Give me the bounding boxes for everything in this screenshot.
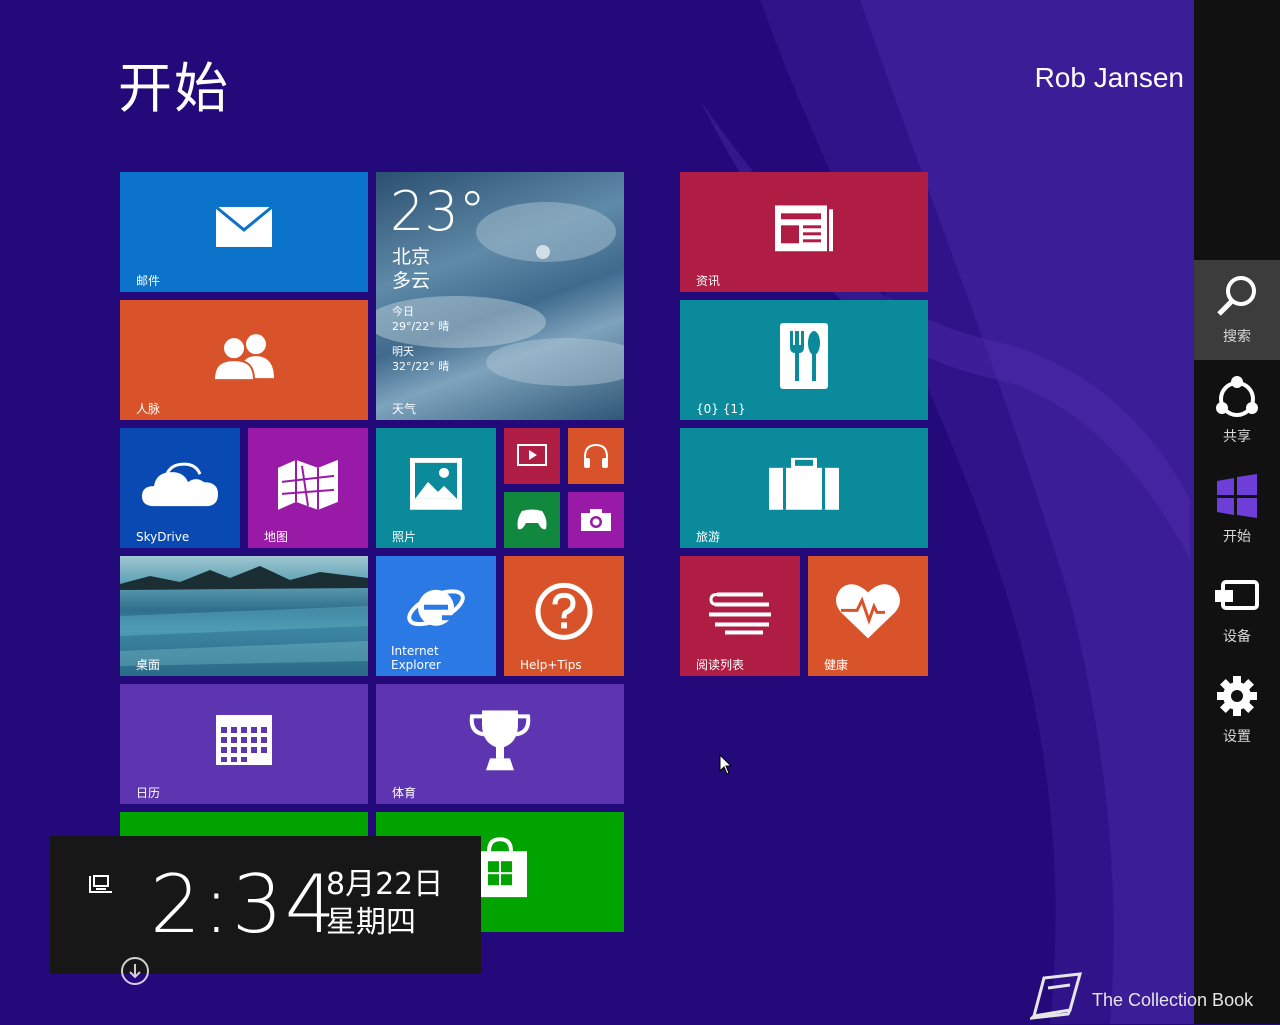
weather-today-label: 今日 (392, 305, 414, 318)
charm-label: 共享 (1223, 429, 1251, 445)
tile-maps[interactable]: 地图 (248, 428, 368, 548)
ie-label-line2: Explorer (391, 658, 441, 672)
windows-logo-icon (1217, 474, 1257, 518)
tile-label: 照片 (392, 530, 417, 544)
weather-city: 北京 (392, 246, 431, 268)
camera-icon (581, 509, 611, 531)
tile-internet-explorer[interactable]: Internet Explorer (376, 556, 496, 676)
charm-label: 设备 (1223, 629, 1251, 645)
suitcase-icon (769, 457, 839, 510)
charm-label: 搜索 (1223, 329, 1251, 345)
tile-help-tips[interactable]: Help+Tips (504, 556, 624, 676)
charm-devices[interactable]: 设备 (1194, 560, 1280, 660)
envelope-icon (215, 205, 273, 247)
ie-logo-icon (407, 589, 465, 627)
tile-video[interactable] (504, 428, 560, 484)
tile-label: 日历 (136, 786, 161, 800)
tile-calendar[interactable]: 日历 (120, 684, 368, 804)
weather-tomorrow-forecast: 32°/22° 晴 (392, 360, 450, 373)
ie-label-line1: Internet (391, 644, 439, 658)
tile-mail[interactable]: 邮件 (120, 172, 368, 292)
clock-date-day: 8月22日 (326, 867, 444, 902)
charm-start[interactable]: 开始 (1194, 460, 1280, 560)
tile-travel[interactable]: 旅游 (680, 428, 928, 548)
picture-icon (410, 457, 462, 510)
tile-label: 人脉 (136, 402, 161, 416)
tile-label: 桌面 (136, 658, 161, 672)
tile-music[interactable] (568, 428, 624, 484)
question-icon (535, 582, 593, 640)
mouse-cursor-icon (719, 754, 733, 775)
tile-label: {0} {1} (696, 402, 746, 416)
share-icon (1216, 376, 1258, 417)
watermark: The Collection Book (1027, 972, 1253, 1025)
tile-photos[interactable]: 照片 (376, 428, 496, 548)
weather-temperature: 23° (390, 180, 486, 243)
store-bag-icon (473, 837, 527, 898)
heart-icon (836, 584, 900, 639)
tile-camera[interactable] (568, 492, 624, 548)
video-icon (517, 444, 547, 466)
people-icon (212, 334, 274, 381)
clock-date: 8月22日 星期四 (326, 866, 443, 942)
tile-label: 体育 (392, 786, 417, 800)
charm-label: 开始 (1223, 529, 1251, 545)
tile-label: 邮件 (136, 274, 161, 288)
charms-bar: 搜索 共享 开始 设备 设置 (1194, 0, 1280, 1024)
charm-settings[interactable]: 设置 (1194, 660, 1280, 760)
search-icon (1217, 276, 1256, 316)
tile-label: 资讯 (696, 274, 721, 288)
tile-health[interactable]: 健康 (808, 556, 928, 676)
tile-label: 旅游 (696, 530, 721, 544)
gear-icon (1217, 676, 1257, 716)
clock-weekday: 星期四 (326, 905, 416, 940)
tile-label: 地图 (264, 530, 289, 544)
tile-games[interactable] (504, 492, 560, 548)
calendar-icon (216, 715, 272, 765)
tile-label: 健康 (824, 658, 849, 672)
charm-share[interactable]: 共享 (1194, 360, 1280, 460)
tile-label: 天气 (392, 402, 417, 416)
headphones-icon (584, 443, 608, 468)
weather-tomorrow-label: 明天 (392, 345, 414, 358)
tile-desktop[interactable]: 桌面 (120, 556, 368, 676)
tile-news[interactable]: 资讯 (680, 172, 928, 292)
watermark-text: The Collection Book (1092, 990, 1254, 1010)
tile-weather[interactable]: 23° 北京 多云 今日 29°/22° 晴 明天 32°/22° 晴 天气 (376, 172, 624, 420)
devices-icon (1215, 580, 1259, 610)
tile-sports[interactable]: 体育 (376, 684, 624, 804)
tile-label: Help+Tips (520, 658, 582, 672)
clock-overlay: 2:34 8月22日 星期四 (50, 836, 481, 974)
trophy-icon (469, 710, 531, 771)
tile-reading-list[interactable]: 阅读列表 (680, 556, 800, 676)
tile-label: Internet Explorer (391, 644, 441, 672)
tile-food[interactable]: {0} {1} (680, 300, 928, 420)
page-title: 开始 (118, 57, 230, 120)
newspaper-icon (775, 205, 833, 252)
fork-spoon-icon (780, 323, 828, 390)
network-icon (89, 875, 112, 893)
cloud-icon (142, 462, 218, 507)
gamepad-icon (517, 509, 547, 530)
tile-people[interactable]: 人脉 (120, 300, 368, 420)
tile-label: 阅读列表 (696, 658, 745, 672)
book-icon (1027, 972, 1083, 1020)
tile-label: SkyDrive (136, 530, 190, 544)
clock-time: 2:34 (150, 858, 338, 951)
tile-skydrive[interactable]: SkyDrive (120, 428, 240, 548)
reading-list-icon (709, 592, 771, 635)
weather-condition: 多云 (392, 270, 431, 292)
weather-today-forecast: 29°/22° 晴 (392, 320, 450, 333)
charm-label: 设置 (1223, 729, 1251, 745)
charm-search[interactable]: 搜索 (1194, 260, 1280, 360)
down-arrow-icon[interactable] (120, 956, 150, 986)
user-name[interactable]: Rob Jansen (1035, 62, 1184, 94)
map-icon (278, 459, 338, 510)
